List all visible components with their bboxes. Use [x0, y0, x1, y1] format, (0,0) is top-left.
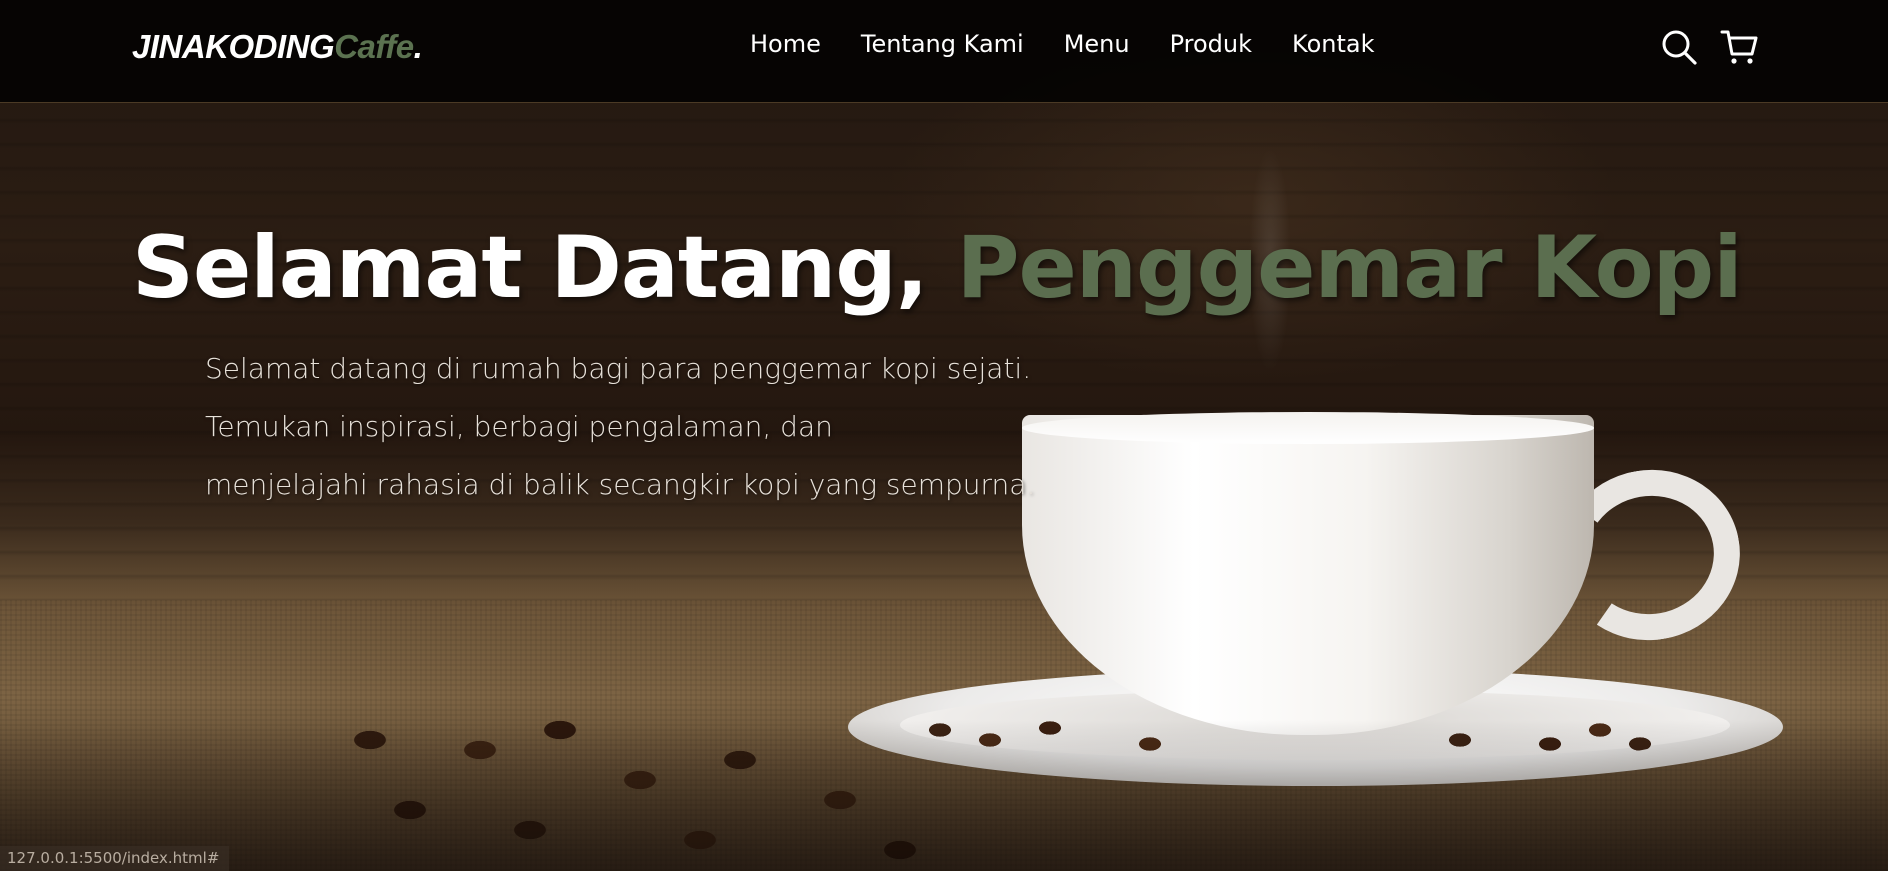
cart-icon[interactable]	[1720, 28, 1758, 66]
hero-title: Selamat Datang, Penggemar Kopi	[132, 218, 1743, 318]
hero-description: Selamat datang di rumah bagi para pengge…	[205, 340, 1105, 514]
hero-line-1: Selamat datang di rumah bagi para pengge…	[205, 352, 1032, 385]
navbar: JINAKODINGCaffe. Home Tentang Kami Menu …	[0, 0, 1888, 103]
hero-title-main: Selamat Datang,	[132, 218, 957, 318]
brand-name-accent: Caffe	[334, 28, 414, 65]
nav-link-home[interactable]: Home	[750, 30, 821, 58]
hero-line-3: menjelajahi rahasia di balik secangkir k…	[205, 468, 1036, 501]
brand-logo[interactable]: JINAKODINGCaffe.	[132, 28, 423, 66]
nav-icons	[1660, 28, 1758, 66]
cup-rim	[1022, 412, 1594, 444]
hero-title-accent: Penggemar Kopi	[956, 218, 1742, 318]
nav-link-produk[interactable]: Produk	[1170, 30, 1252, 58]
search-icon[interactable]	[1660, 28, 1698, 66]
nav-link-tentang-kami[interactable]: Tentang Kami	[861, 30, 1024, 58]
nav-link-kontak[interactable]: Kontak	[1292, 30, 1374, 58]
nav-links: Home Tentang Kami Menu Produk Kontak	[750, 30, 1374, 58]
nav-link-menu[interactable]: Menu	[1064, 30, 1130, 58]
status-bar-url: 127.0.0.1:5500/index.html#	[0, 846, 230, 871]
brand-name-dot: .	[413, 28, 423, 65]
brand-name-main: JINAKODING	[132, 28, 335, 65]
bottom-fade	[0, 720, 1888, 871]
hero-line-2: Temukan inspirasi, berbagi pengalaman, d…	[205, 410, 833, 443]
